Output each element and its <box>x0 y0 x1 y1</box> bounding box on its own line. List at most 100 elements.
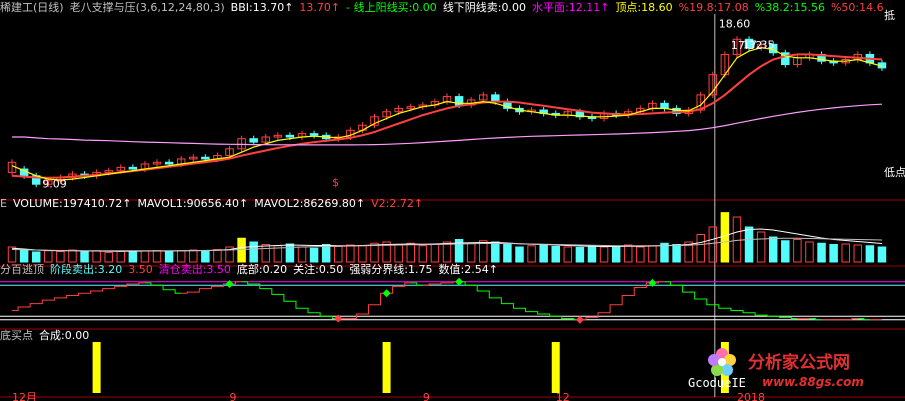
indicator-segment <box>604 304 617 314</box>
indicator-segment <box>169 289 182 294</box>
flower-logo-icon <box>708 348 736 376</box>
indicator-marker <box>455 277 464 286</box>
volume-bar <box>515 246 524 263</box>
price-panel[interactable]: 18.6017.3217.359.09低点$抵 <box>7 8 905 191</box>
indicator-segment <box>132 282 145 285</box>
header-item: VOLUME:197410.72↑ <box>13 197 131 210</box>
volume-bar <box>309 247 319 263</box>
volume-bar <box>636 246 645 263</box>
volume-bar <box>623 244 633 263</box>
x-tick-label: 9 <box>230 391 237 401</box>
volume-bar <box>92 250 101 263</box>
header-item: MAVOL2:86269.80↑ <box>254 197 365 210</box>
volume-bar <box>829 244 838 263</box>
header-item: 分百逃顶 <box>0 263 44 276</box>
price-line-1 <box>11 47 883 181</box>
indicator-segment <box>616 295 629 306</box>
volume-bar <box>491 241 500 263</box>
signal-panel[interactable]: 12月 9 9 12 2018 <box>12 342 765 401</box>
indicator-segment <box>96 288 109 292</box>
indicator-marker <box>382 289 391 298</box>
watermark: 分析家公式网 www.88gs.com GcodueIE <box>688 348 864 390</box>
volume-bar <box>781 240 790 263</box>
volume-bar <box>140 250 150 263</box>
volume-bar <box>285 243 295 263</box>
indicator-marker <box>575 315 584 324</box>
price-annotation: 18.60 <box>719 17 751 30</box>
volume-bar <box>56 251 65 263</box>
signal-bar <box>382 342 391 393</box>
panel-header-signal: 底买点 合成:0.00 <box>0 328 89 342</box>
indicator-segment <box>205 285 218 290</box>
indicator-segment <box>664 281 677 286</box>
volume-panel[interactable] <box>7 212 887 263</box>
header-item: 水平面:12.11↑ <box>532 1 609 14</box>
volume-bar <box>805 241 814 263</box>
watermark-brand: 分析家公式网 <box>748 352 850 373</box>
panel-header-indicator: 分百逃顶 阶段卖出:3.20 3.50 清仓卖出:3.50 底部:0.20 关注:0.50… <box>0 262 498 276</box>
volume-bar <box>201 251 210 263</box>
x-tick-label: 12 <box>556 391 570 401</box>
indicator-segment <box>785 316 798 320</box>
volume-bar <box>430 244 440 263</box>
volume-bar <box>841 243 850 263</box>
volume-bar <box>334 246 343 263</box>
indicator-segment <box>749 312 762 316</box>
indicator-segment <box>483 290 496 299</box>
volume-bar <box>164 251 174 263</box>
indicator-segment <box>72 292 85 297</box>
header-item: 底部:0.20 <box>237 262 287 276</box>
volume-bar <box>611 246 621 263</box>
volume-bar <box>249 241 258 263</box>
x-tick-label: 2018 <box>737 391 765 401</box>
header-item: - 线上阳线买:0.00 <box>346 0 437 14</box>
indicator-segment <box>628 287 641 297</box>
x-tick-label: 9 <box>423 391 430 401</box>
header-item: 阶段卖出:3.20 <box>50 262 122 276</box>
indicator-segment <box>24 303 37 308</box>
indicator-segment <box>12 306 25 311</box>
volume-bar <box>756 231 766 263</box>
candle-body <box>660 102 669 109</box>
header-item: MAVOL1:90656.40↑ <box>137 197 248 210</box>
indicator-segment <box>471 284 484 292</box>
indicator-segment <box>434 282 447 285</box>
volume-bar <box>865 245 875 263</box>
volume-bar <box>744 226 754 263</box>
x-tick-label: 12月 <box>12 391 37 401</box>
indicator-segment <box>48 297 61 301</box>
header-item: %38.2:15.56 <box>755 1 825 14</box>
volume-bar <box>104 252 113 263</box>
header-item: %50:14.6 <box>831 1 884 14</box>
volume-bar <box>539 244 548 263</box>
indicator-panel[interactable] <box>0 277 905 324</box>
volume-bar <box>817 242 826 263</box>
header-item: 顶点:18.60 <box>615 1 672 14</box>
volume-bar <box>418 245 428 263</box>
volume-bar <box>128 251 138 263</box>
indicator-segment <box>181 291 194 294</box>
volume-bar <box>563 246 573 263</box>
volume-bar <box>346 244 355 263</box>
panel-header-price: 稀建工(日线) 老八支撑与压(3,6,12,24,80,3) BBI:13.70↑ 1… <box>0 0 884 14</box>
header-item: 3.50 <box>128 263 153 276</box>
indicator-segment <box>531 311 544 315</box>
indicator-segment <box>157 284 170 291</box>
header-item: 线下阴线卖:0.00 <box>443 0 526 14</box>
candle-body <box>164 161 174 165</box>
price-annotation: 低点 <box>884 166 905 179</box>
price-line-0 <box>11 53 883 179</box>
header-item: %19.8:17.08 <box>679 1 749 14</box>
indicator-segment <box>84 290 97 294</box>
indicator-segment <box>507 303 520 309</box>
indicator-segment <box>724 307 737 311</box>
volume-bar <box>442 241 452 263</box>
volume-bar <box>176 250 186 263</box>
volume-bar <box>551 246 560 263</box>
header-item: 强弱分界线:1.75 <box>349 262 432 276</box>
candle-body <box>128 166 138 170</box>
volume-bar <box>237 237 246 263</box>
indicator-segment <box>60 295 73 299</box>
indicator-segment <box>277 293 290 302</box>
volume-bar <box>152 250 162 263</box>
